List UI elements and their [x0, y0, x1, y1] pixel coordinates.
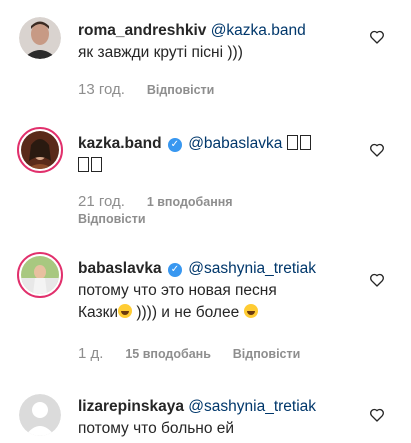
verified-badge-icon: ✓ [167, 138, 182, 152]
heart-icon[interactable] [369, 272, 385, 288]
comment-body: roma_andreshkiv @kazka.band як завжди кр… [78, 20, 361, 64]
heart-icon[interactable] [369, 29, 385, 45]
verified-badge-icon: ✓ [167, 263, 182, 277]
comment-item: babaslavka ✓ @sashynia_tretiak потому чт… [0, 240, 411, 375]
avatar[interactable] [19, 17, 61, 59]
comment-meta: 1 д. 15 вподобань Відповісти [78, 345, 318, 362]
mention-link[interactable]: @babaslavka [188, 135, 282, 152]
comment-body: lizarepinskaya @sashynia_tretiak потому … [78, 396, 361, 440]
comment-item: lizarepinskaya @sashynia_tretiak потому … [0, 380, 411, 443]
comment-text: потому что больно ей [78, 420, 235, 437]
mention-link[interactable]: @sashynia_tretiak [188, 260, 316, 277]
missing-glyph-box [286, 135, 298, 150]
missing-glyph-box [299, 135, 311, 150]
username[interactable]: babaslavka [78, 260, 162, 277]
mention-link[interactable]: @kazka.band [211, 22, 306, 39]
comment-body: babaslavka ✓ @sashynia_tretiak потому чт… [78, 258, 361, 324]
comment-text: Казки [78, 304, 119, 321]
timestamp: 21 год. [78, 193, 125, 210]
likes-count[interactable]: 1 вподобання [147, 195, 233, 209]
username[interactable]: kazka.band [78, 135, 162, 152]
comment-text: як завжди круті пісні ))) [78, 44, 243, 61]
comment-text: потому что это новая песня [78, 282, 277, 299]
avatar[interactable] [19, 394, 61, 436]
missing-glyph-box [91, 157, 102, 172]
default-avatar-icon [19, 394, 61, 436]
avatar[interactable] [17, 252, 63, 298]
avatar[interactable] [17, 127, 63, 173]
comment-text: )))) и не более [132, 304, 244, 321]
comment-body: kazka.band ✓ @babaslavka [78, 133, 361, 177]
heart-icon[interactable] [369, 142, 385, 158]
username[interactable]: roma_andreshkiv [78, 22, 206, 39]
user-photo [21, 256, 59, 294]
reply-button[interactable]: Відповісти [233, 347, 301, 361]
grinning-emoji-icon [118, 304, 133, 318]
likes-count[interactable]: 15 вподобань [125, 347, 211, 361]
heart-icon[interactable] [369, 407, 385, 423]
missing-glyph-box [78, 157, 89, 172]
timestamp: 1 д. [78, 345, 104, 362]
reply-button[interactable]: Відповісти [147, 83, 215, 97]
user-photo [19, 17, 61, 59]
timestamp: 13 год. [78, 81, 125, 98]
comment-meta: 21 год. 1 вподобання Відповісти [78, 193, 251, 226]
mention-link[interactable]: @sashynia_tretiak [188, 398, 316, 415]
reply-button[interactable]: Відповісти [78, 212, 146, 226]
grinning-emoji-icon [243, 304, 258, 318]
username[interactable]: lizarepinskaya [78, 398, 184, 415]
user-photo [21, 131, 59, 169]
comment-item: roma_andreshkiv @kazka.band як завжди кр… [0, 0, 411, 110]
comment-item: kazka.band ✓ @babaslavka 21 год. 1 вподо… [0, 115, 411, 235]
comment-meta: 13 год. Відповісти [78, 81, 232, 98]
